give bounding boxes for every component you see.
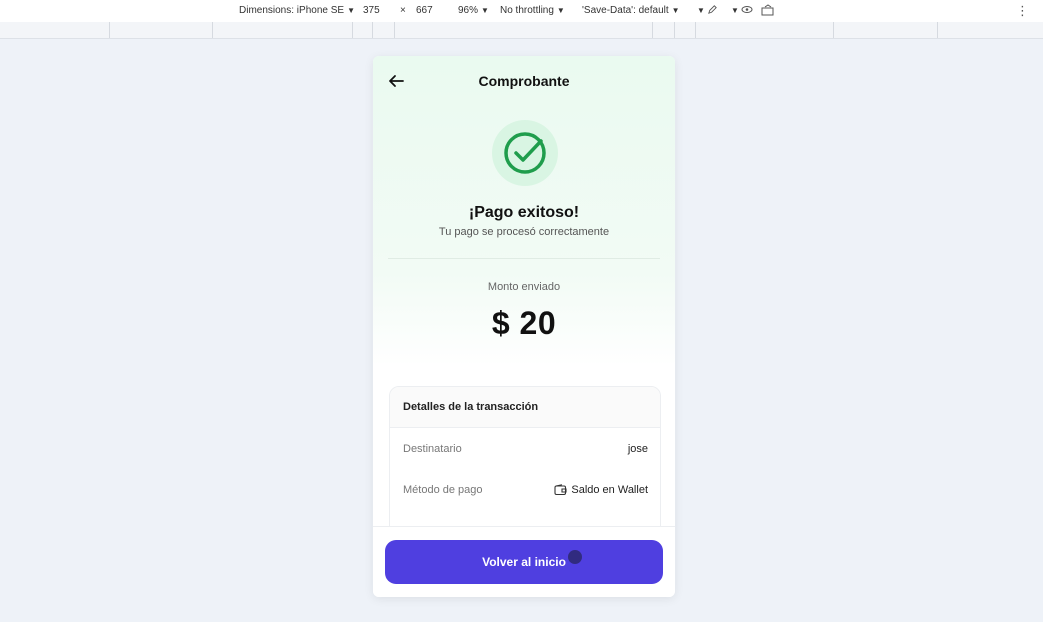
device-select[interactable]: Dimensions: iPhone SE ▼ (239, 5, 355, 16)
device-label: Dimensions: iPhone SE (239, 5, 345, 16)
zoom-label: 96% (458, 5, 479, 16)
save-data-label: 'Save-Data': default (582, 5, 669, 16)
chevron-down-icon: ▼ (347, 6, 355, 15)
chevron-down-icon[interactable]: ▼ (728, 5, 739, 16)
back-to-home-button[interactable]: Volver al inicio (385, 540, 663, 584)
detail-row-recipient: Destinatario jose (390, 428, 660, 469)
chevron-down-icon: ▼ (556, 6, 565, 15)
recipient-value: jose (627, 443, 648, 455)
detail-row-payment-method: Método de pago Saldo en Wallet (390, 469, 660, 510)
check-circle-icon (504, 132, 546, 174)
times-label: × (400, 5, 406, 16)
throttling-label: No throttling (500, 5, 554, 16)
chevron-down-icon: ▼ (671, 6, 680, 15)
payment-method-value: Saldo en Wallet (571, 484, 648, 496)
detail-value: jose (628, 443, 648, 455)
detail-label: Destinatario (403, 443, 462, 455)
pointer-cursor (568, 550, 582, 564)
pen-icon[interactable] (707, 4, 718, 18)
phone-viewport: Comprobante ¡Pago exitoso! Tu pago se pr… (373, 56, 675, 597)
throttling-select[interactable]: No throttling ▼ (500, 5, 565, 16)
divider (388, 258, 660, 259)
success-badge (492, 120, 558, 186)
amount-label: Monto enviado (487, 281, 561, 293)
save-data-select[interactable]: 'Save-Data': default ▼ (582, 5, 680, 16)
amount-value: $ 20 (491, 305, 557, 341)
detail-label: Método de pago (403, 484, 483, 496)
success-subtitle: Tu pago se procesó correctamente (438, 226, 610, 238)
devtools-device-toolbar: Dimensions: iPhone SE ▼ 375 × 667 96% ▼ No… (0, 0, 1043, 23)
wallet-icon (554, 484, 567, 496)
rotate-icon[interactable] (761, 4, 775, 19)
detail-value: Saldo en Wallet (554, 484, 648, 496)
more-options-icon[interactable]: ⋮ (1016, 3, 1029, 19)
app-header: Comprobante (373, 56, 675, 106)
height-input[interactable]: 667 (416, 5, 433, 16)
sensor-icon[interactable] (741, 4, 753, 18)
chevron-down-icon: ▼ (481, 6, 489, 15)
footer-bar: Volver al inicio (373, 526, 675, 597)
chevron-down-icon[interactable]: ▼ (694, 5, 705, 16)
success-title: ¡Pago exitoso! (468, 204, 580, 221)
details-heading: Detalles de la transacción (390, 387, 660, 428)
page-title: Comprobante (478, 73, 570, 89)
width-input[interactable]: 375 (363, 5, 380, 16)
zoom-select[interactable]: 96% ▼ (458, 5, 489, 16)
media-query-ruler (0, 22, 1043, 39)
